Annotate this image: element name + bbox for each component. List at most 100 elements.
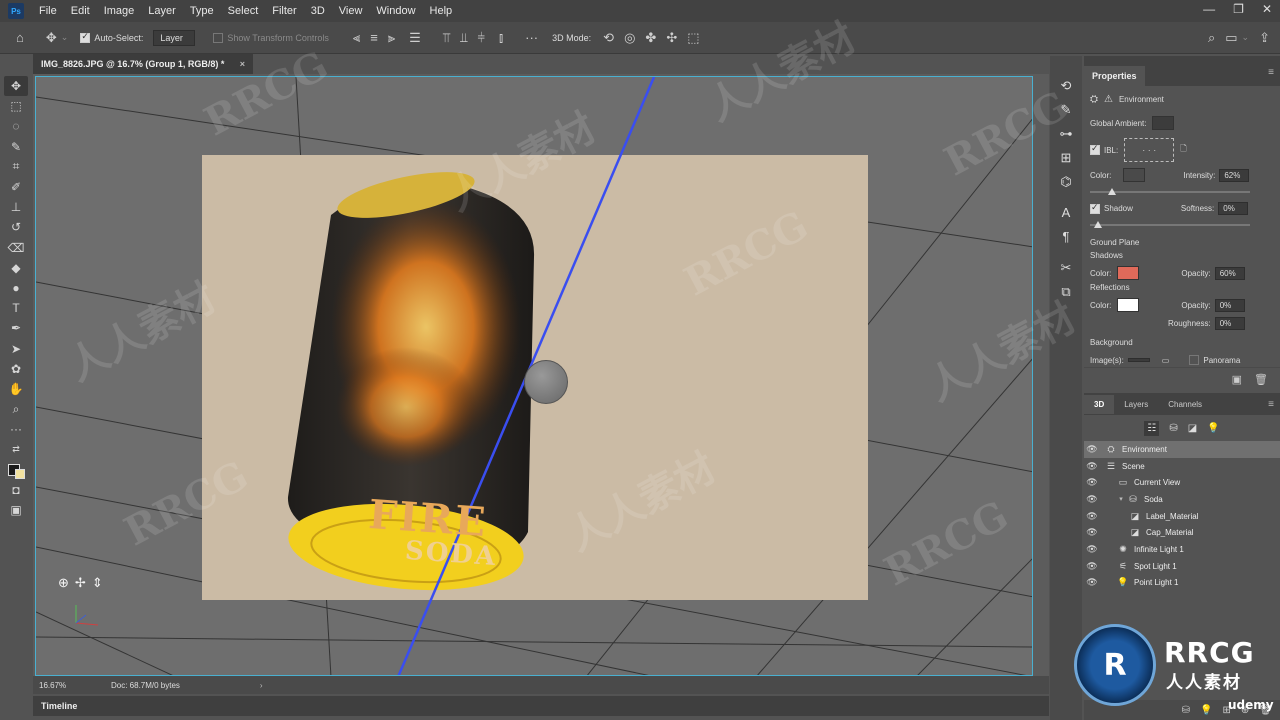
lasso-tool-icon[interactable]: ◌	[4, 116, 28, 136]
menu-edit[interactable]: Edit	[64, 5, 97, 17]
distribute-vertical-icon[interactable]: ⫾	[499, 30, 503, 46]
ibl-thumbnail[interactable]: · · ·	[1124, 138, 1175, 162]
quick-selection-tool-icon[interactable]: ✎	[4, 137, 28, 157]
menu-filter[interactable]: Filter	[265, 5, 303, 17]
ibl-color-swatch[interactable]	[1123, 168, 1146, 182]
filter-icon[interactable]: ⛁	[1182, 705, 1190, 716]
visibility-eye-icon[interactable]: 👁	[1084, 577, 1100, 588]
dolly-camera-icon[interactable]: ⇕	[92, 575, 103, 591]
close-icon[interactable]: ✕	[1262, 2, 1272, 16]
eraser-tool-icon[interactable]: ⌫	[4, 238, 28, 258]
layer-row-current-view[interactable]: 👁 ▭ Current View	[1084, 474, 1280, 491]
global-ambient-swatch[interactable]	[1152, 116, 1175, 130]
workspace-chevron-icon[interactable]: ⌄	[1242, 32, 1250, 43]
materials-filter-icon[interactable]: ◪	[1188, 423, 1197, 434]
visibility-eye-icon[interactable]: 👁	[1084, 477, 1100, 488]
close-tab-icon[interactable]: ×	[240, 59, 245, 69]
meshes-filter-icon[interactable]: ⛁	[1169, 423, 1177, 434]
shape-tool-icon[interactable]: ✿	[4, 359, 28, 379]
visibility-eye-icon[interactable]: 👁	[1084, 444, 1100, 455]
layer-row-soda[interactable]: 👁 ▾ ⛁ Soda	[1084, 491, 1280, 508]
auto-select-checkbox[interactable]	[80, 31, 91, 43]
menu-select[interactable]: Select	[221, 5, 266, 17]
panel-menu-icon[interactable]: ≡	[1268, 67, 1274, 78]
reflection-opacity-input[interactable]: 0%	[1214, 298, 1245, 312]
orbit-3d-icon[interactable]: ⟲	[603, 30, 614, 46]
folder-icon[interactable]: ▭	[1162, 356, 1170, 365]
tool-presets-icon[interactable]: ✂	[1054, 256, 1078, 280]
canvas-area[interactable]: FIRE SODA ⊕ ✢ ⇕	[33, 74, 1049, 676]
visibility-eye-icon[interactable]: 👁	[1084, 494, 1100, 505]
align-top-icon[interactable]: ⫪	[443, 30, 450, 46]
menu-file[interactable]: File	[32, 5, 64, 17]
menu-view[interactable]: View	[332, 5, 370, 17]
properties-tab[interactable]: Properties	[1084, 66, 1145, 86]
layer-row-scene[interactable]: 👁 ☰ Scene	[1084, 458, 1280, 475]
workspace-icon[interactable]: ▭	[1225, 30, 1237, 46]
brush-tool-icon[interactable]: ✐	[4, 177, 28, 197]
tab-channels[interactable]: Channels	[1158, 395, 1212, 414]
timeline-panel[interactable]: Timeline	[33, 696, 1049, 716]
adjustments-icon[interactable]: ⊶	[1054, 122, 1078, 146]
menu-type[interactable]: Type	[183, 5, 221, 17]
status-menu-chevron-icon[interactable]: ›	[260, 681, 263, 690]
tab-3d[interactable]: 3D	[1084, 394, 1115, 414]
visibility-eye-icon[interactable]: 👁	[1084, 527, 1100, 538]
clone-source-icon[interactable]: ⧉	[1054, 280, 1078, 304]
background-image-input[interactable]	[1127, 358, 1150, 362]
align-right-icon[interactable]: ⫸	[388, 30, 395, 46]
softness-slider[interactable]	[1090, 221, 1250, 228]
layer-row-label-material[interactable]: 👁 ◪ Label_Material	[1084, 508, 1280, 525]
tool-preset-chevron-icon[interactable]: ⌄	[61, 32, 69, 43]
paragraph-icon[interactable]: ¶	[1054, 224, 1078, 248]
swap-colors-icon[interactable]: ⇄	[4, 439, 28, 459]
roughness-input[interactable]: 0%	[1214, 317, 1245, 330]
color-swatches-icon[interactable]	[4, 460, 28, 480]
visibility-eye-icon[interactable]: 👁	[1084, 511, 1100, 522]
dodge-tool-icon[interactable]: ●	[4, 278, 28, 298]
visibility-eye-icon[interactable]: 👁	[1084, 561, 1100, 572]
tab-layers[interactable]: Layers	[1114, 395, 1158, 414]
intensity-input[interactable]: 62%	[1219, 168, 1250, 182]
light-icon[interactable]: 💡	[1200, 705, 1212, 716]
character-icon[interactable]: A	[1054, 200, 1078, 224]
history-brush-tool-icon[interactable]: ↺	[4, 217, 28, 237]
scale-3d-icon[interactable]: ⬚	[687, 30, 699, 46]
shadow-checkbox[interactable]	[1090, 202, 1100, 214]
move-tool-icon[interactable]: ✥	[46, 30, 57, 46]
visibility-eye-icon[interactable]: 👁	[1084, 461, 1100, 472]
zoom-tool-icon[interactable]: ⌕	[4, 399, 28, 419]
canvas-frame[interactable]: FIRE SODA ⊕ ✢ ⇕	[35, 76, 1033, 676]
lights-filter-icon[interactable]: 💡	[1207, 423, 1219, 434]
layer-row-infinite-light-1[interactable]: 👁 ✺ Infinite Light 1	[1084, 541, 1280, 558]
orbit-camera-icon[interactable]: ⊕	[58, 575, 69, 591]
marquee-tool-icon[interactable]: ⬚	[4, 96, 28, 116]
timeline-tab[interactable]: Timeline	[41, 701, 77, 711]
pan-3d-icon[interactable]: ✤	[645, 30, 656, 46]
point-light-gizmo[interactable]	[524, 360, 568, 404]
move-tool-icon[interactable]: ✥	[4, 76, 28, 97]
align-left-icon[interactable]: ⫷	[353, 30, 360, 46]
expand-chevron-icon[interactable]: ▾	[1116, 495, 1126, 503]
info-icon[interactable]: ⊞	[1054, 146, 1078, 170]
document-tab[interactable]: IMG_8826.JPG @ 16.7% (Group 1, RGB/8) * …	[33, 54, 253, 74]
pen-tool-icon[interactable]: ✒	[4, 318, 28, 338]
minimize-icon[interactable]: —	[1203, 2, 1215, 16]
align-middle-icon[interactable]: ⫫	[460, 30, 467, 46]
zoom-level[interactable]: 16.67%	[39, 681, 95, 690]
shadow-opacity-input[interactable]: 60%	[1214, 266, 1245, 280]
screen-mode-icon[interactable]: ▣	[4, 500, 28, 520]
panel-menu-icon[interactable]: ≡	[1268, 399, 1274, 410]
layer-row-cap-material[interactable]: 👁 ◪ Cap_Material	[1084, 524, 1280, 541]
edit-toolbar-icon[interactable]: ···	[4, 419, 28, 439]
ibl-file-icon[interactable]: 🗋	[1180, 143, 1186, 157]
menu-3d[interactable]: 3D	[304, 5, 332, 17]
more-options-icon[interactable]: ···	[525, 30, 538, 45]
home-icon[interactable]: ⌂	[16, 30, 24, 45]
menu-window[interactable]: Window	[369, 5, 422, 17]
menu-layer[interactable]: Layer	[141, 5, 183, 17]
roll-3d-icon[interactable]: ◎	[624, 30, 635, 46]
align-bottom-icon[interactable]: ⫩	[478, 30, 485, 46]
brush-settings-icon[interactable]: ✎	[1054, 98, 1078, 122]
softness-input[interactable]: 0%	[1218, 202, 1249, 215]
